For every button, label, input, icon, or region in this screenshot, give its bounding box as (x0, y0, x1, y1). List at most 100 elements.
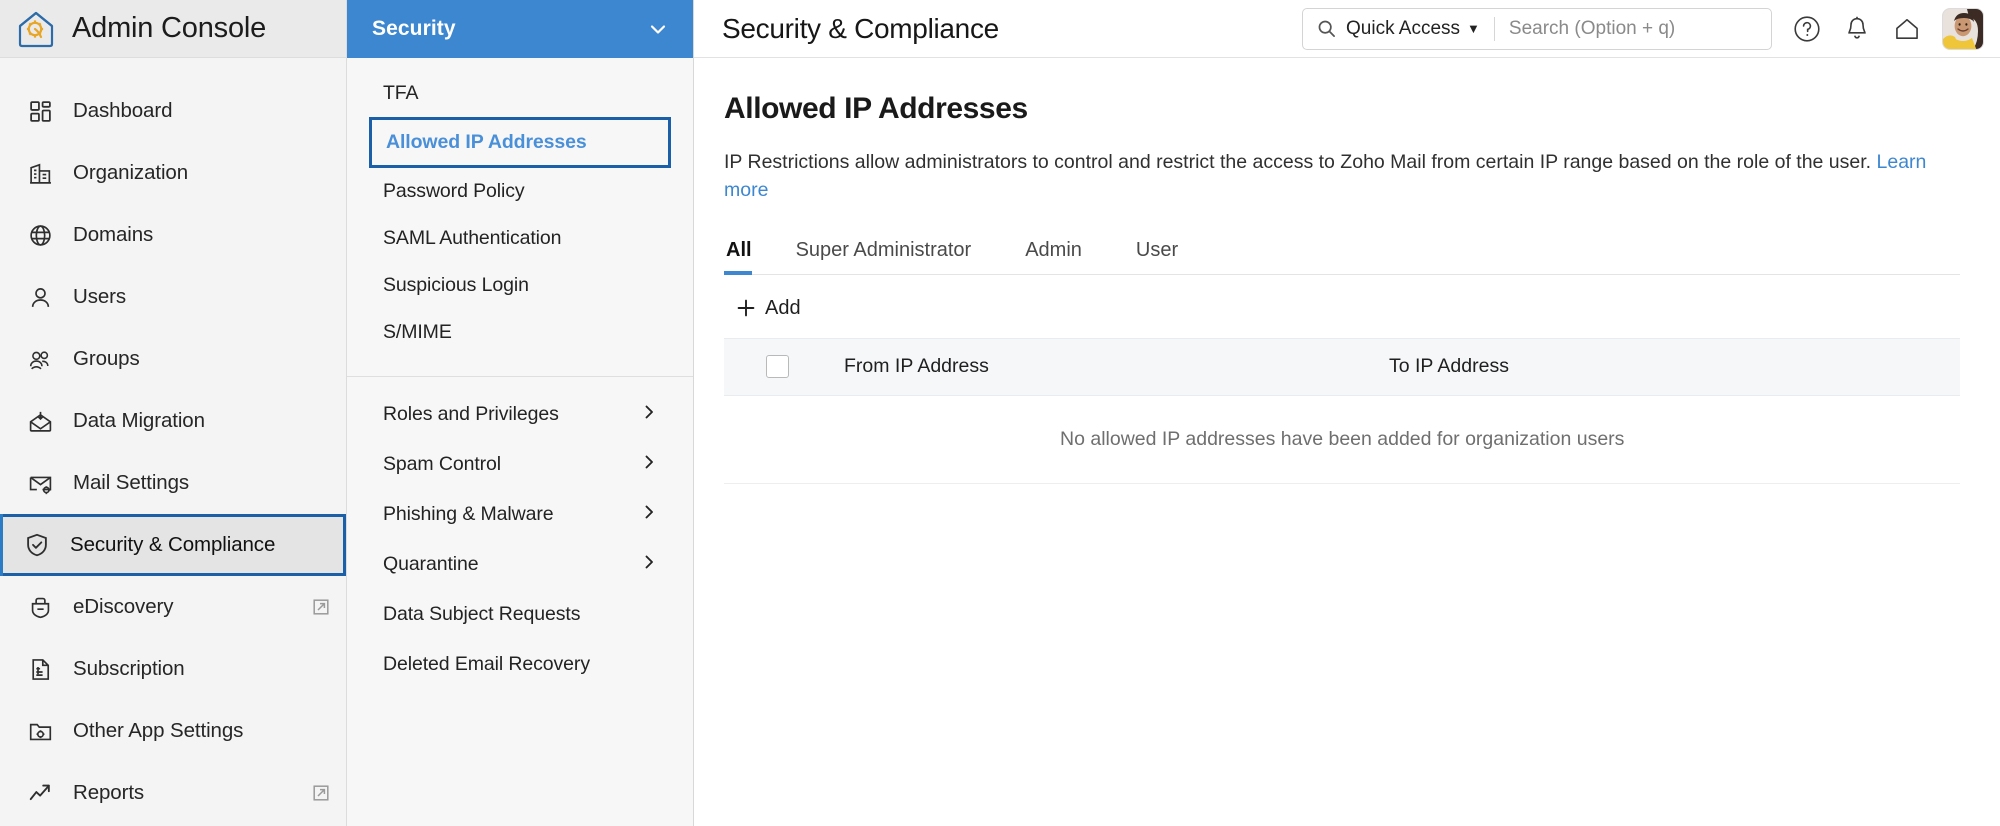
sidebar-item-label: Users (73, 285, 127, 308)
chevron-right-icon (641, 453, 657, 476)
subnav-group-phishing-and-malware[interactable]: Phishing & Malware (347, 489, 693, 539)
section-title: Allowed IP Addresses (724, 92, 1028, 125)
subnav-group-label: Phishing & Malware (383, 502, 554, 525)
sidebar-item-dashboard[interactable]: Dashboard (0, 80, 346, 142)
main-area: Security & Compliance Quick Access ▼ Sea… (694, 0, 2000, 826)
empty-state-message: No allowed IP addresses have been added … (1060, 427, 1625, 450)
sidebar-item-label: eDiscovery (73, 595, 174, 618)
envelope-download-icon (25, 406, 55, 436)
subnav-group-quarantine[interactable]: Quarantine (347, 539, 693, 589)
subnav-item-suspicious-login[interactable]: Suspicious Login (369, 262, 671, 309)
sidebar-item-label: Domains (73, 223, 154, 246)
tab-label: Admin (1025, 238, 1082, 261)
subnav-section-title: Security (372, 17, 456, 40)
chevron-down-icon[interactable]: ▼ (1467, 21, 1480, 36)
envelope-gear-icon (25, 468, 55, 498)
external-link-icon (312, 598, 330, 616)
brand-header: Admin Console (0, 0, 346, 58)
tab-all[interactable]: All (724, 238, 762, 275)
table-toolbar: Add (724, 275, 1960, 338)
sidebar-item-label: Dashboard (73, 99, 173, 122)
sidebar-item-data-migration[interactable]: Data Migration (0, 390, 346, 452)
search-input[interactable] (1508, 17, 1759, 40)
sidebar-item-ediscovery[interactable]: eDiscovery (0, 576, 346, 638)
sidebar-item-domains[interactable]: Domains (0, 204, 346, 266)
table-header-row: From IP Address To IP Address (724, 337, 1960, 396)
sidebar-item-label: Data Migration (73, 409, 205, 432)
sidebar-item-label: Reports (73, 781, 145, 804)
tab-user[interactable]: User (1134, 239, 1204, 274)
dashboard-grid-icon (25, 96, 55, 126)
home-icon[interactable] (1892, 14, 1922, 44)
quick-access-label[interactable]: Quick Access (1346, 18, 1460, 40)
subnav-item-saml-authentication[interactable]: SAML Authentication (369, 215, 671, 262)
help-icon[interactable] (1792, 14, 1822, 44)
user-icon (25, 282, 55, 312)
tab-admin[interactable]: Admin (1023, 239, 1108, 274)
select-all-checkbox[interactable] (766, 355, 789, 379)
subnav-items: TFA Allowed IP Addresses Password Policy… (347, 58, 693, 356)
sidebar-item-organization[interactable]: Organization (0, 142, 346, 204)
plus-icon (736, 298, 756, 318)
subnav-item-label: Password Policy (383, 180, 525, 202)
sidebar-item-label: Groups (73, 347, 140, 370)
subnav-group-spam-control[interactable]: Spam Control (347, 439, 693, 489)
secondary-sidebar: Security TFA Allowed IP Addresses Passwo… (347, 0, 694, 826)
bell-icon[interactable] (1842, 14, 1872, 44)
subnav-item-label: TFA (383, 82, 419, 104)
sidebar-item-label: Mail Settings (73, 471, 190, 494)
sidebar-item-mail-settings[interactable]: Mail Settings (0, 452, 346, 514)
globe-icon (25, 220, 55, 250)
user-avatar[interactable] (1942, 7, 1984, 50)
subnav-item-label: S/MIME (383, 321, 452, 343)
subnav-group-data-subject-requests[interactable]: Data Subject Requests (347, 589, 693, 639)
chevron-right-icon (641, 403, 657, 426)
primary-sidebar: Admin Console Dashboard Organization Dom… (0, 0, 347, 826)
tab-super-administrator[interactable]: Super Administrator (794, 239, 998, 274)
tab-label: All (726, 238, 752, 261)
sidebar-item-label: Organization (73, 161, 189, 184)
sidebar-item-groups[interactable]: Groups (0, 328, 346, 390)
section-description-text: IP Restrictions allow administrators to … (724, 151, 1872, 173)
group-users-icon (25, 344, 55, 374)
subnav-group-label: Deleted Email Recovery (383, 652, 590, 675)
search-bar[interactable]: Quick Access ▼ (1302, 7, 1772, 50)
subnav-group-label: Roles and Privileges (383, 402, 559, 425)
tab-label: Super Administrator (795, 238, 972, 261)
subnav-item-allowed-ip-addresses[interactable]: Allowed IP Addresses (369, 117, 671, 168)
sidebar-item-subscription[interactable]: Subscription (0, 638, 346, 700)
brand-title: Admin Console (72, 12, 267, 44)
sidebar-item-other-app-settings[interactable]: Other App Settings (0, 700, 346, 762)
home-gear-icon (14, 7, 58, 51)
subnav-item-smime[interactable]: S/MIME (369, 309, 671, 356)
folder-gear-icon (25, 716, 55, 746)
external-link-icon (312, 784, 330, 802)
allowed-ip-table: From IP Address To IP Address No allowed… (724, 337, 1960, 484)
sidebar-item-reports[interactable]: Reports (0, 762, 346, 824)
subnav-item-tfa[interactable]: TFA (369, 70, 671, 117)
building-icon (25, 158, 55, 188)
subnav-groups: Roles and Privileges Spam Control Phishi… (347, 389, 693, 689)
shield-check-icon (22, 530, 52, 560)
app-root: Admin Console Dashboard Organization Dom… (0, 0, 2000, 826)
search-divider (1493, 16, 1495, 41)
tab-label: User (1135, 238, 1179, 261)
subnav-section-header[interactable]: Security (347, 0, 693, 58)
chevron-down-icon[interactable] (647, 18, 669, 40)
subnav-group-deleted-email-recovery[interactable]: Deleted Email Recovery (347, 639, 693, 689)
top-bar: Security & Compliance Quick Access ▼ (694, 0, 2000, 58)
sidebar-item-security-compliance[interactable]: Security & Compliance (0, 514, 346, 576)
subnav-group-label: Quarantine (383, 552, 479, 575)
chevron-right-icon (641, 553, 657, 576)
invoice-icon (25, 654, 55, 684)
subnav-group-roles-and-privileges[interactable]: Roles and Privileges (347, 389, 693, 439)
add-button[interactable]: Add (736, 297, 801, 320)
sidebar-item-label: Security & Compliance (70, 533, 276, 556)
column-header-from-ip: From IP Address (844, 355, 989, 378)
subnav-group-label: Data Subject Requests (383, 602, 581, 625)
sidebar-item-users[interactable]: Users (0, 266, 346, 328)
sidebar-item-label: Other App Settings (73, 719, 244, 742)
subnav-item-password-policy[interactable]: Password Policy (369, 168, 671, 215)
chevron-right-icon (641, 503, 657, 526)
table-empty-state: No allowed IP addresses have been added … (724, 396, 1960, 484)
